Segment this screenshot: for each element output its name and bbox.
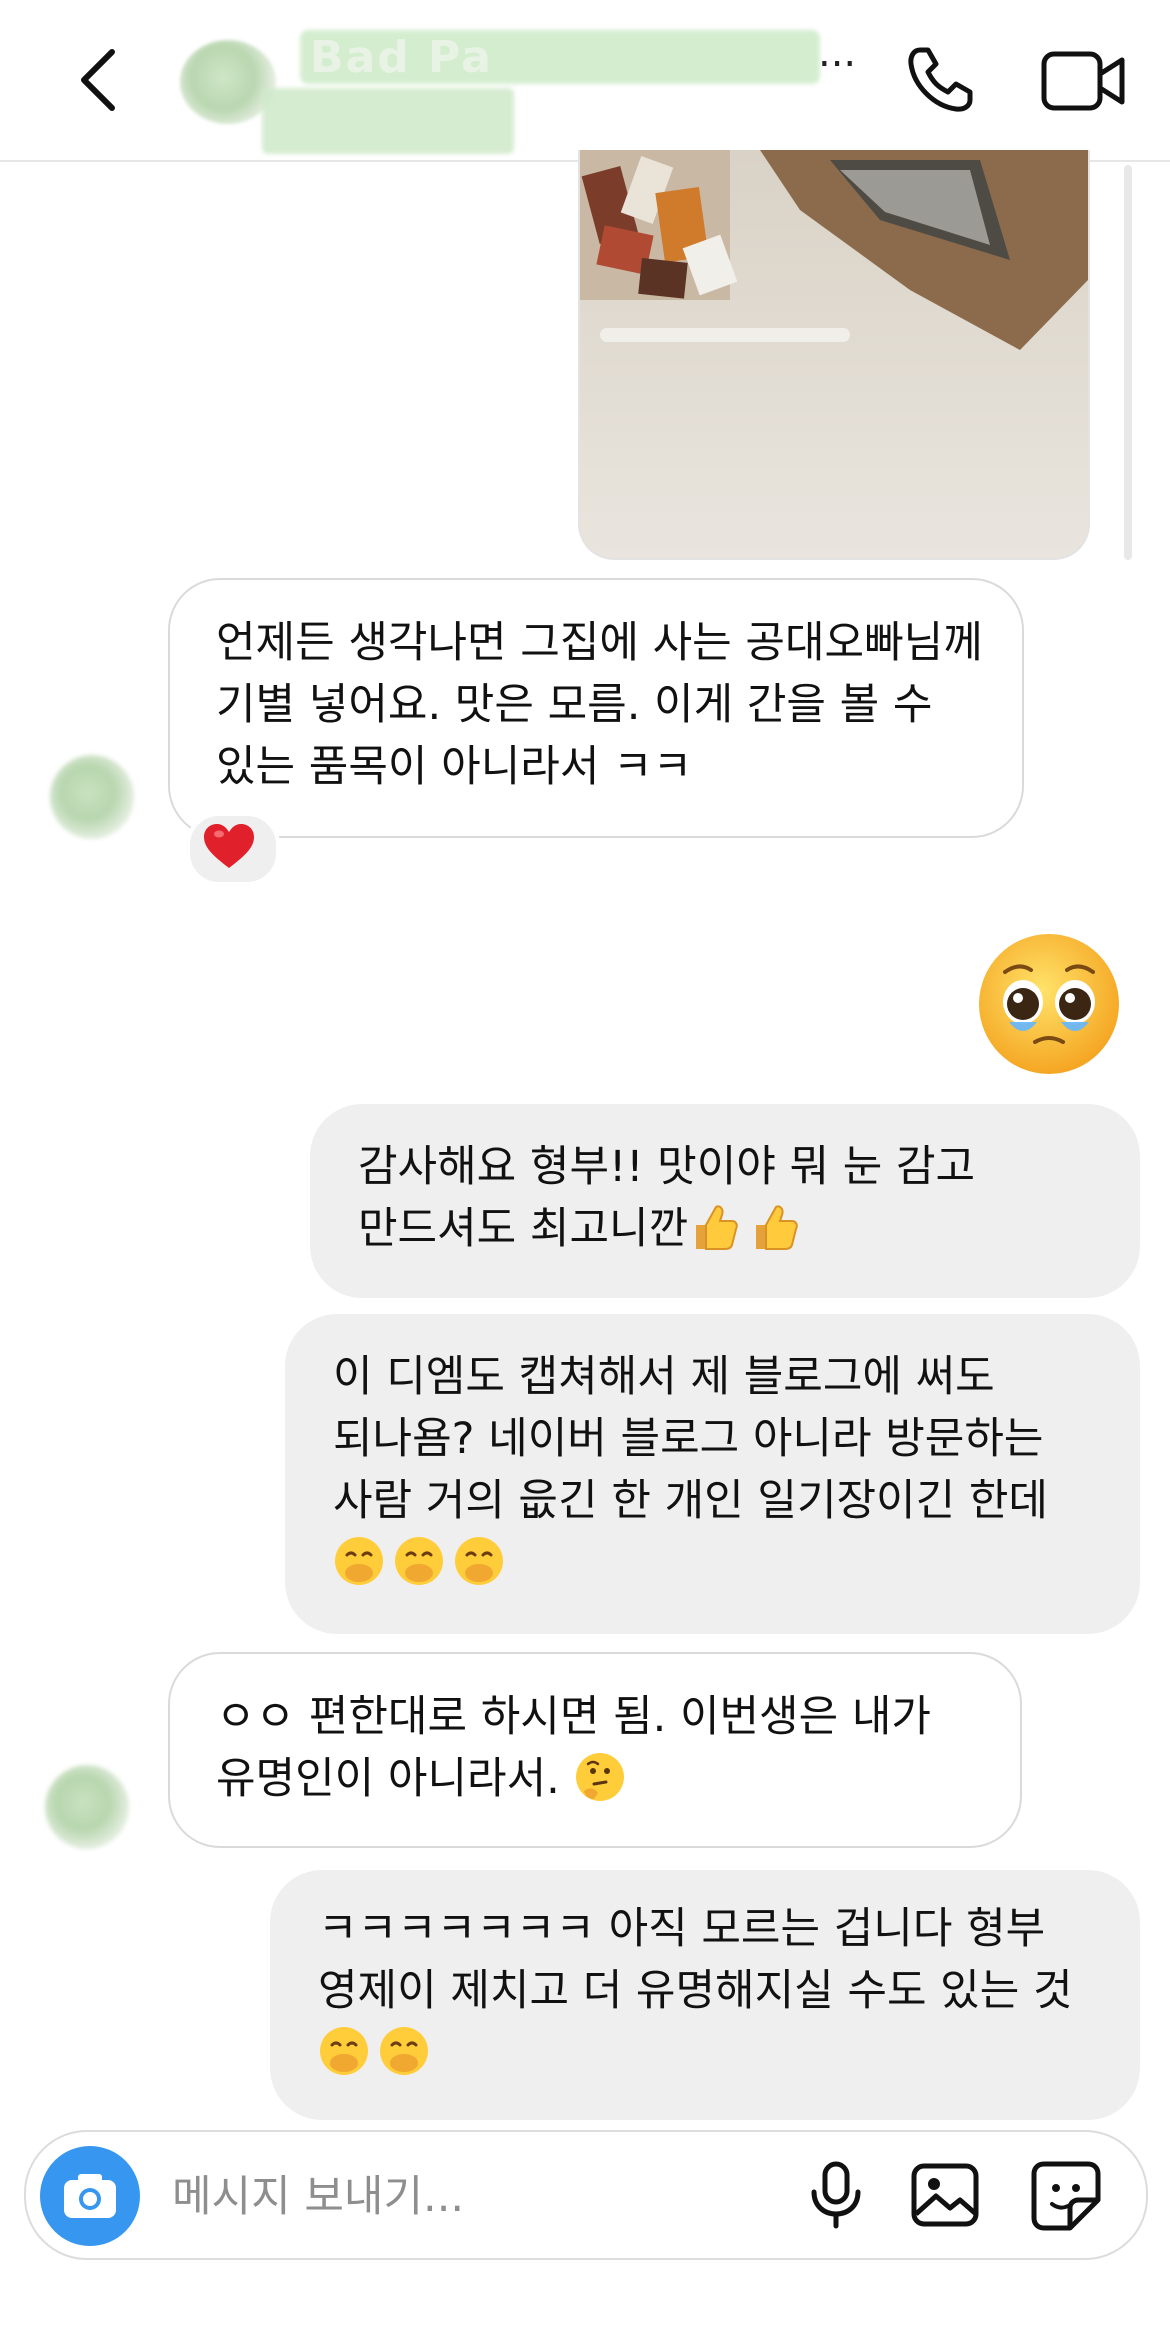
message-outgoing[interactable]: 이 디엠도 캡쳐해서 제 블로그에 써도 되나욤? 네이버 블로그 아니라 방문…	[285, 1314, 1140, 1634]
message-incoming[interactable]: 언제든 생각나면 그집에 사는 공대오빠님께 기별 넣어요. 맛은 모름. 이게…	[168, 578, 1024, 838]
call-button[interactable]	[900, 40, 980, 120]
gallery-button[interactable]	[910, 2162, 980, 2228]
reaction-badge[interactable]	[186, 812, 280, 886]
message-body: ㅋㅋㅋㅋㅋㅋㅋ 아직 모르는 겁니다 형부 영제이 제치고 더 유명해지실 수도…	[318, 1898, 1118, 2084]
microphone-icon	[811, 2161, 861, 2229]
heart-icon	[204, 824, 254, 868]
hand-over-mouth-icon	[453, 1535, 505, 1587]
shared-photo[interactable]	[578, 150, 1090, 560]
message-text: 이 디엠도 캡쳐해서 제 블로그에 써도 되나욤? 네이버 블로그 아니라 방문…	[333, 1352, 1048, 1526]
pleading-face-icon	[979, 934, 1119, 1074]
back-button[interactable]	[70, 40, 130, 120]
contact-username-redaction	[262, 88, 514, 154]
sticker-button[interactable]	[1030, 2160, 1102, 2232]
message-outgoing[interactable]: ㅋㅋㅋㅋㅋㅋㅋ 아직 모르는 겁니다 형부 영제이 제치고 더 유명해지실 수도…	[270, 1870, 1140, 2120]
emoji-message[interactable]	[975, 930, 1123, 1078]
chevron-left-icon	[81, 49, 115, 111]
photo-image	[580, 150, 1088, 558]
message-body: ㅇㅇ 편한대로 하시면 됨. 이번생은 내가 유명인이 아니라서.	[216, 1686, 996, 1810]
scroll-indicator[interactable]	[1124, 165, 1132, 560]
message-body: 감사해요 형부!! 맛이야 뭐 눈 감고 만드셔도 최고니깐	[358, 1136, 1128, 1260]
chat-header: Bad Pa ...	[0, 0, 1170, 162]
thinking-face-icon	[574, 1751, 626, 1803]
sticker-icon	[1031, 2161, 1101, 2231]
microphone-button[interactable]	[806, 2160, 866, 2230]
message-incoming[interactable]: ㅇㅇ 편한대로 하시면 됨. 이번생은 내가 유명인이 아니라서.	[168, 1652, 1022, 1848]
camera-icon	[64, 2174, 116, 2218]
image-icon	[911, 2163, 979, 2227]
message-body: 이 디엠도 캡쳐해서 제 블로그에 써도 되나욤? 네이버 블로그 아니라 방문…	[333, 1346, 1123, 1594]
video-camera-icon	[1041, 51, 1125, 111]
video-call-button[interactable]	[1040, 46, 1130, 116]
thumbs-up-icon	[688, 1201, 740, 1253]
camera-button[interactable]	[40, 2146, 140, 2246]
message-outgoing[interactable]: 감사해요 형부!! 맛이야 뭐 눈 감고 만드셔도 최고니깐	[310, 1104, 1140, 1298]
hand-over-mouth-icon	[318, 2025, 370, 2077]
sender-avatar[interactable]	[50, 755, 134, 839]
hand-over-mouth-icon	[393, 1535, 445, 1587]
message-text: ㅋㅋㅋㅋㅋㅋㅋ 아직 모르는 겁니다 형부 영제이 제치고 더 유명해지실 수도…	[318, 1904, 1073, 2016]
contact-name[interactable]: Bad Pa	[310, 32, 493, 83]
message-text: 감사해요 형부!! 맛이야 뭐 눈 감고 만드셔도 최고니깐	[358, 1142, 976, 1254]
hand-over-mouth-icon	[378, 2025, 430, 2077]
thumbs-up-icon	[748, 1201, 800, 1253]
message-composer	[24, 2130, 1148, 2260]
hand-over-mouth-icon	[333, 1535, 385, 1587]
sender-avatar[interactable]	[45, 1765, 129, 1849]
message-text: 언제든 생각나면 그집에 사는 공대오빠님께 기별 넣어요. 맛은 모름. 이게…	[216, 618, 983, 792]
message-input[interactable]	[170, 2168, 774, 2226]
name-ellipsis: ...	[818, 30, 857, 76]
phone-icon	[908, 47, 973, 112]
